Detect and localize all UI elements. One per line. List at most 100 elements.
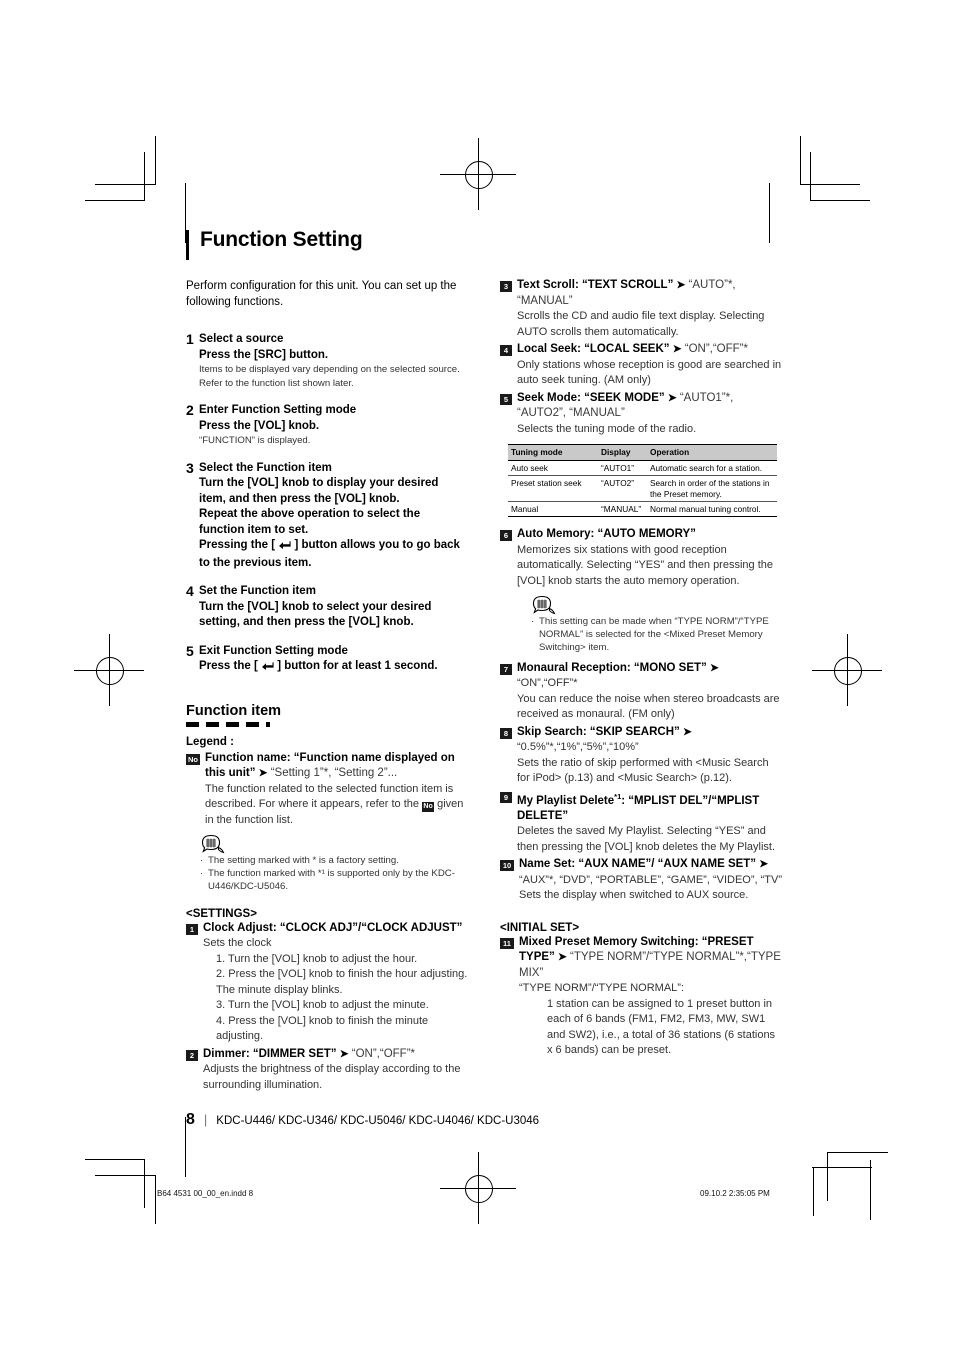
- function-item-heading: Function item: [186, 702, 282, 719]
- item-number-badge: 7: [500, 663, 512, 675]
- item-number-badge: 6: [500, 530, 512, 541]
- item-number-badge: 8: [500, 727, 512, 739]
- arrow-right-icon: ➤: [672, 343, 682, 355]
- setting-note-block: · This setting can be made when “TYPE NOR…: [517, 595, 782, 655]
- setting-substep: 3. Turn the [VOL] knob to adjust the min…: [216, 999, 429, 1012]
- note-text: This setting can be made when “TYPE NORM…: [539, 616, 769, 654]
- setting-substep: 2. Press the [VOL] knob to finish the ho…: [216, 968, 468, 996]
- arrow-right-icon: ➤: [667, 391, 677, 404]
- setting-title: Auto Memory: “AUTO MEMORY”: [517, 528, 696, 540]
- column-header-tuning-mode: Tuning mode: [508, 444, 598, 461]
- setting-title-text: Local Seek: “LOCAL SEEK”: [517, 343, 670, 355]
- step-title: Set the Function item: [199, 585, 316, 597]
- arrow-right-icon: ➤: [339, 1047, 349, 1060]
- legend-note-block: · The setting marked with * is a factory …: [186, 834, 468, 894]
- bullet-icon: ·: [531, 616, 535, 627]
- column-header-display: Display: [598, 444, 647, 461]
- legend-title: Function name: “Function name displayed …: [205, 751, 468, 782]
- procedure-step-2: 2 Enter Function Setting mode Press the …: [186, 403, 468, 448]
- setting-note-list: · This setting can be made when “TYPE NOR…: [531, 615, 782, 655]
- setting-description: Adjusts the brightness of the display ac…: [203, 1063, 461, 1091]
- setting-description: Only stations whose reception is good ar…: [517, 358, 782, 387]
- list-item: · The function marked with *¹ is supporte…: [200, 867, 468, 893]
- setting-item-6: 6 Auto Memory: “AUTO MEMORY” Memorizes s…: [500, 527, 782, 659]
- cell-tuning-mode: Auto seek: [508, 460, 598, 476]
- setting-options: “ON”,“OFF”*: [517, 677, 578, 690]
- cell-operation: Normal manual tuning control.: [647, 501, 777, 517]
- procedure-step-4: 4 Set the Function item Turn the [VOL] k…: [186, 584, 468, 631]
- heading-dashed-rule: [186, 721, 270, 727]
- table-row: Auto seek “AUTO1” Automatic search for a…: [508, 460, 777, 476]
- item-number-badge: 11: [500, 937, 514, 949]
- setting-title: My Playlist Delete*1: “MPLIST DEL”/“MPLI…: [517, 789, 782, 825]
- setting-item-11: 11 Mixed Preset Memory Switching: “PRESE…: [500, 935, 782, 1059]
- manual-page: Function Setting Perform configuration f…: [0, 0, 954, 1350]
- cell-display: “AUTO2”: [598, 475, 647, 502]
- setting-options: “AUX”*, “DVD”, “PORTABLE”, “GAME”, “VIDE…: [519, 873, 782, 886]
- legend-description: The function related to the selected fun…: [205, 782, 468, 829]
- table-header-row: Tuning mode Display Operation: [508, 444, 777, 461]
- setting-description: You can reduce the noise when stereo bro…: [517, 692, 780, 721]
- step-back-text-pre: Pressing the [: [199, 539, 279, 551]
- note-text: The setting marked with * is a factory s…: [208, 855, 399, 866]
- setting-description-lead: “TYPE NORM”/“TYPE NORMAL”:: [519, 982, 685, 995]
- note-bubble-icon: [200, 834, 226, 854]
- legend-title-options: “Setting 1”*, “Setting 2”...: [270, 767, 398, 779]
- setting-description: Sets the display when switched to AUX so…: [519, 889, 749, 902]
- cell-operation: Automatic search for a station.: [647, 460, 777, 476]
- return-button-icon: [278, 539, 291, 556]
- step-number: 5: [186, 642, 194, 659]
- arrow-right-icon: ➤: [709, 661, 719, 674]
- step-title: Exit Function Setting mode: [199, 644, 348, 657]
- note-bubble-icon: [531, 595, 557, 615]
- setting-options: “0.5%”*,“1%”,“5%”,“10%”: [517, 741, 639, 754]
- return-button-icon: [261, 660, 274, 677]
- setting-item-7: 7 Monaural Reception: “MONO SET” ➤ “ON”,…: [500, 661, 782, 723]
- item-number-badge: 3: [500, 281, 512, 292]
- arrow-right-icon: ➤: [759, 858, 769, 871]
- legend-note-list: · The setting marked with * is a factory …: [200, 854, 468, 894]
- setting-substep: 4. Press the [VOL] knob to finish the mi…: [216, 1014, 429, 1043]
- setting-description: Sets the ratio of skip performed with <M…: [517, 756, 769, 785]
- step-action: Turn the [VOL] knob to select your desir…: [199, 600, 432, 629]
- imprint-timestamp: 09.10.2 2:35:05 PM: [700, 1189, 770, 1198]
- step-number: 3: [186, 459, 194, 476]
- setting-title: Name Set: “AUX NAME”/ “AUX NAME SET” ➤: [519, 857, 782, 873]
- item-number-badge: 4: [500, 345, 512, 356]
- cell-display: “MANUAL”: [598, 501, 647, 517]
- setting-title-text: Text Scroll: “TEXT SCROLL”: [517, 279, 674, 291]
- step-action: Press the [VOL] knob.: [199, 419, 320, 432]
- step-action: Press the [ ] button for at least 1 seco…: [199, 659, 468, 677]
- initial-set-section-heading: <INITIAL SET>: [500, 921, 580, 934]
- setting-item-10: 10 Name Set: “AUX NAME”/ “AUX NAME SET” …: [500, 857, 782, 904]
- setting-title-text: Dimmer: “DIMMER SET”: [203, 1047, 337, 1060]
- item-number-badge: 5: [500, 393, 512, 405]
- model-list: KDC-U446/ KDC-U346/ KDC-U5046/ KDC-U4046…: [216, 1115, 540, 1127]
- step-action: Turn the [VOL] knob to display your desi…: [199, 477, 439, 505]
- arrow-right-icon: ➤: [676, 279, 686, 291]
- setting-options: “ON”,“OFF”*: [351, 1047, 415, 1060]
- step-note: Items to be displayed vary depending on …: [199, 364, 460, 389]
- setting-title-text: My Playlist Delete: [517, 794, 615, 807]
- step-title: Select a source: [199, 333, 284, 345]
- step-number: 1: [186, 331, 194, 347]
- bullet-icon: ·: [200, 855, 204, 866]
- setting-item-8: 8 Skip Search: “SKIP SEARCH” ➤ “0.5%”*,“…: [500, 725, 782, 787]
- left-column: Perform configuration for this unit. You…: [186, 278, 468, 1095]
- item-number-badge: 1: [186, 923, 198, 935]
- item-number-badge: 2: [186, 1049, 198, 1061]
- setting-item-9: 9 My Playlist Delete*1: “MPLIST DEL”/“MP…: [500, 789, 782, 856]
- setting-title: Mixed Preset Memory Switching: “PRESET T…: [519, 935, 782, 982]
- legend-no-badge: No: [186, 753, 200, 765]
- note-text: The function marked with *¹ is supported…: [208, 868, 455, 893]
- setting-description: Sets the clock: [203, 937, 272, 950]
- right-column: 3 Text Scroll: “TEXT SCROLL” ➤ “AUTO”*, …: [500, 278, 782, 1061]
- setting-title: Local Seek: “LOCAL SEEK” ➤ “ON”,“OFF”*: [517, 342, 782, 358]
- table-row: Preset station seek “AUTO2” Search in or…: [508, 475, 777, 502]
- setting-title: Seek Mode: “SEEK MODE” ➤ “AUTO1”*, “AUTO…: [517, 391, 782, 422]
- step-title: Select the Function item: [199, 461, 332, 474]
- imprint-filename: B64 4531 00_00_en.indd 8: [157, 1189, 254, 1198]
- setting-item-2: 2 Dimmer: “DIMMER SET” ➤ “ON”,“OFF”* Adj…: [186, 1047, 468, 1094]
- legend-desc-pre: The function related to the selected fun…: [205, 782, 454, 811]
- procedure-step-1: 1 Select a source Press the [SRC] button…: [186, 332, 468, 390]
